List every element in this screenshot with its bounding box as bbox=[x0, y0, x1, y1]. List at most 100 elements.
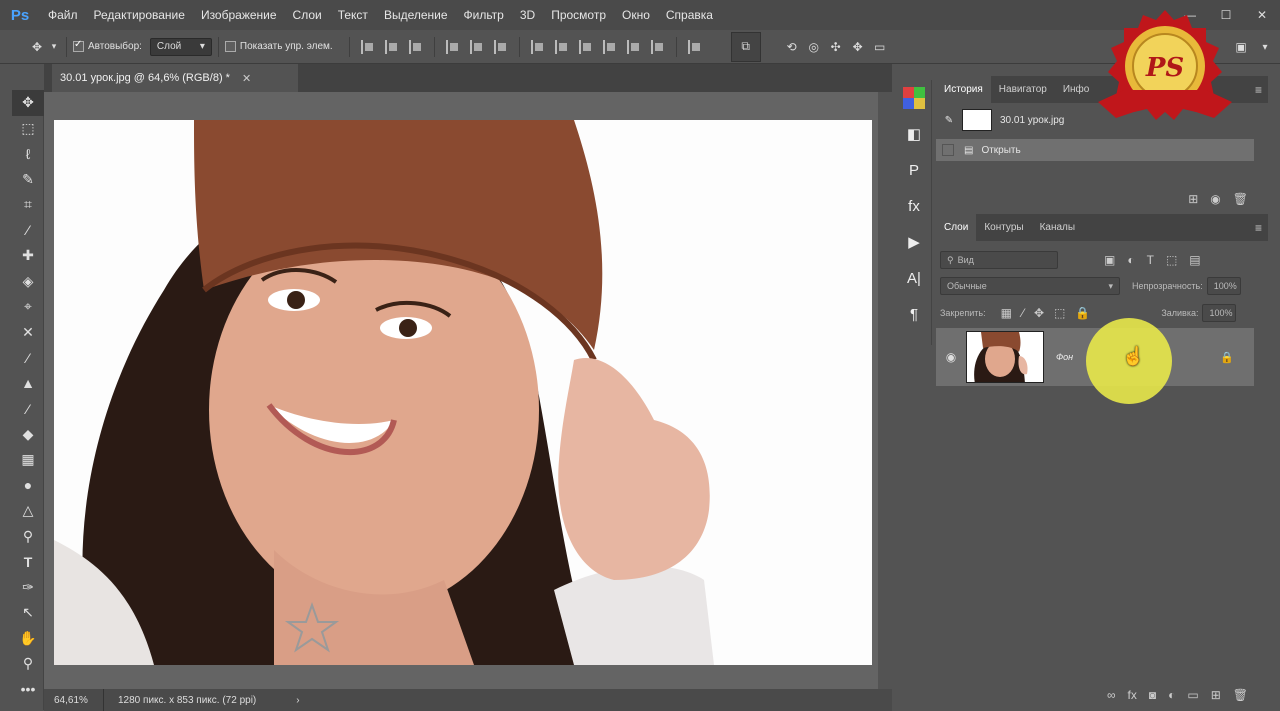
zoom-tool-icon[interactable]: ⚲ bbox=[12, 651, 44, 677]
show-controls-checkbox[interactable] bbox=[224, 41, 236, 52]
filter-shape-icon[interactable]: ⬚ bbox=[1166, 253, 1177, 267]
lock-position-icon[interactable]: ✥ bbox=[1034, 306, 1044, 320]
slide-3d-icon[interactable]: ✥ bbox=[847, 36, 869, 58]
brush-tool-icon[interactable]: ⁄ bbox=[12, 345, 44, 371]
eye-icon[interactable]: ◉ bbox=[936, 350, 966, 364]
menu-layers[interactable]: Слои bbox=[285, 0, 330, 30]
status-menu-arrow[interactable]: › bbox=[296, 695, 299, 706]
distribute-bottom-icon[interactable] bbox=[578, 39, 593, 54]
filter-adjustment-icon[interactable]: ◐ bbox=[1127, 253, 1134, 267]
panel-menu-icon[interactable]: ≡ bbox=[1255, 221, 1262, 235]
content-aware-move-icon[interactable]: ⌖ bbox=[12, 294, 44, 320]
zoom-level[interactable]: 64,61% bbox=[44, 689, 104, 711]
distribute-hcenter-icon[interactable] bbox=[626, 39, 641, 54]
trash-icon[interactable]: 🗑 bbox=[1233, 192, 1248, 206]
menu-select[interactable]: Выделение bbox=[376, 0, 456, 30]
move-tool-icon[interactable]: ✥ bbox=[12, 90, 44, 116]
tab-paths[interactable]: Контуры bbox=[976, 214, 1031, 241]
close-icon[interactable]: ✕ bbox=[242, 72, 251, 85]
panel-menu-icon[interactable]: ≡ bbox=[1255, 83, 1262, 97]
distribute-vcenter-icon[interactable] bbox=[554, 39, 569, 54]
new-layer-icon[interactable]: ⊞ bbox=[1211, 688, 1221, 702]
stamp-tool-icon[interactable]: ▲ bbox=[12, 371, 44, 397]
layer-mask-icon[interactable]: ◙ bbox=[1149, 688, 1156, 702]
styles-panel-icon[interactable]: fx bbox=[896, 188, 932, 224]
align-left-icon[interactable] bbox=[445, 39, 460, 54]
menu-edit[interactable]: Редактирование bbox=[86, 0, 193, 30]
opacity-input[interactable]: 100% bbox=[1206, 277, 1241, 295]
align-top-icon[interactable] bbox=[360, 39, 375, 54]
layer-style-icon[interactable]: fx bbox=[1128, 688, 1137, 702]
menu-3d[interactable]: 3D bbox=[512, 0, 543, 30]
group-folder-icon[interactable]: ▭ bbox=[1187, 688, 1198, 702]
path-select-tool-icon[interactable]: ✑ bbox=[12, 575, 44, 601]
lock-pixels-icon[interactable]: ⁄ bbox=[1022, 306, 1024, 320]
properties-panel-icon[interactable]: ◧ bbox=[896, 116, 932, 152]
lock-all-icon[interactable]: 🔒 bbox=[1075, 306, 1090, 320]
marquee-tool-icon[interactable]: ⬚ bbox=[12, 116, 44, 142]
new-document-from-state-icon[interactable]: ⊞ bbox=[1188, 192, 1198, 206]
lock-transparent-icon[interactable]: ▦ bbox=[1001, 306, 1012, 320]
menu-file[interactable]: Файл bbox=[40, 0, 86, 30]
history-brush-tool-icon[interactable]: ⁄ bbox=[12, 396, 44, 422]
lasso-tool-icon[interactable]: ℓ bbox=[12, 141, 44, 167]
paragraph-style-icon[interactable]: P bbox=[896, 152, 932, 188]
align-bottom-icon[interactable] bbox=[408, 39, 423, 54]
distribute-right-icon[interactable] bbox=[650, 39, 665, 54]
tab-history[interactable]: История bbox=[936, 76, 991, 103]
chevron-down-icon[interactable]: ▾ bbox=[48, 36, 60, 58]
drag-3d-icon[interactable]: ✣ bbox=[825, 36, 847, 58]
blur-tool-icon[interactable]: ● bbox=[12, 473, 44, 499]
tab-info[interactable]: Инфо bbox=[1055, 76, 1098, 103]
dodge-tool-icon[interactable]: △ bbox=[12, 498, 44, 524]
actions-panel-icon[interactable]: ▶ bbox=[896, 224, 932, 260]
type-tool-icon[interactable]: T bbox=[12, 549, 44, 575]
chevron-down-icon[interactable]: ▾ bbox=[1254, 36, 1276, 58]
document-tab[interactable]: 30.01 урок.jpg @ 64,6% (RGB/8) * ✕ bbox=[52, 64, 298, 92]
document-image[interactable] bbox=[54, 120, 872, 665]
tab-layers[interactable]: Слои bbox=[936, 214, 977, 241]
menu-window[interactable]: Окно bbox=[614, 0, 658, 30]
close-window-button[interactable]: ✕ bbox=[1244, 0, 1280, 30]
tab-navigator[interactable]: Навигатор bbox=[991, 76, 1055, 103]
align-right-icon[interactable] bbox=[493, 39, 508, 54]
menu-filter[interactable]: Фильтр bbox=[456, 0, 512, 30]
paragraph-panel-icon[interactable]: ¶ bbox=[896, 296, 932, 332]
layer-name[interactable]: Фон bbox=[1056, 352, 1073, 362]
layer-row[interactable]: ◉ Фон 🔒 ☝ bbox=[936, 318, 1254, 404]
link-layers-icon[interactable]: ∞ bbox=[1107, 688, 1116, 702]
filter-type-icon[interactable]: T bbox=[1147, 253, 1154, 267]
hand-tool-icon[interactable]: ✋ bbox=[12, 626, 44, 652]
camera-3d-icon[interactable]: ▭ bbox=[869, 36, 891, 58]
align-vcenter-icon[interactable] bbox=[384, 39, 399, 54]
adjustment-layer-icon[interactable]: ◐ bbox=[1168, 688, 1175, 702]
canvas-area[interactable] bbox=[44, 92, 878, 689]
auto-align-icon[interactable] bbox=[687, 39, 702, 54]
autoselect-checkbox[interactable] bbox=[73, 39, 84, 52]
crop-tool-icon[interactable]: ⌗ bbox=[12, 192, 44, 218]
trash-icon[interactable]: 🗑 bbox=[1233, 688, 1248, 702]
fill-input[interactable]: 100% bbox=[1202, 304, 1237, 322]
lock-artboard-icon[interactable]: ⬚ bbox=[1054, 306, 1065, 320]
distribute-top-icon[interactable] bbox=[530, 39, 545, 54]
character-panel-icon[interactable]: A| bbox=[896, 260, 932, 296]
move-tool-icon[interactable]: ✥ bbox=[26, 36, 48, 58]
layer-filter-select[interactable]: ⚲ Вид bbox=[940, 251, 1058, 269]
eraser-tool-icon[interactable]: ◆ bbox=[12, 422, 44, 448]
eyedropper-tool-icon[interactable]: ⁄ bbox=[12, 218, 44, 244]
roll-3d-icon[interactable]: ◎ bbox=[803, 36, 825, 58]
filter-smart-object-icon[interactable]: ▤ bbox=[1189, 253, 1200, 267]
color-panel-icon[interactable] bbox=[896, 80, 932, 116]
distribute-left-icon[interactable] bbox=[602, 39, 617, 54]
history-step[interactable]: ▤ Открыть bbox=[936, 139, 1254, 161]
menu-view[interactable]: Просмотр bbox=[543, 0, 614, 30]
menu-help[interactable]: Справка bbox=[658, 0, 721, 30]
patch-tool-icon[interactable]: ◈ bbox=[12, 269, 44, 295]
menu-image[interactable]: Изображение bbox=[193, 0, 285, 30]
blend-mode-select[interactable]: Обычные ▾ bbox=[940, 277, 1120, 295]
camera-icon[interactable]: ◉ bbox=[1210, 192, 1220, 206]
menu-type[interactable]: Текст bbox=[330, 0, 376, 30]
autoselect-dropdown[interactable]: Слой ▾ bbox=[149, 37, 212, 56]
orbit-3d-icon[interactable]: ⟲ bbox=[781, 36, 803, 58]
align-hcenter-icon[interactable] bbox=[469, 39, 484, 54]
